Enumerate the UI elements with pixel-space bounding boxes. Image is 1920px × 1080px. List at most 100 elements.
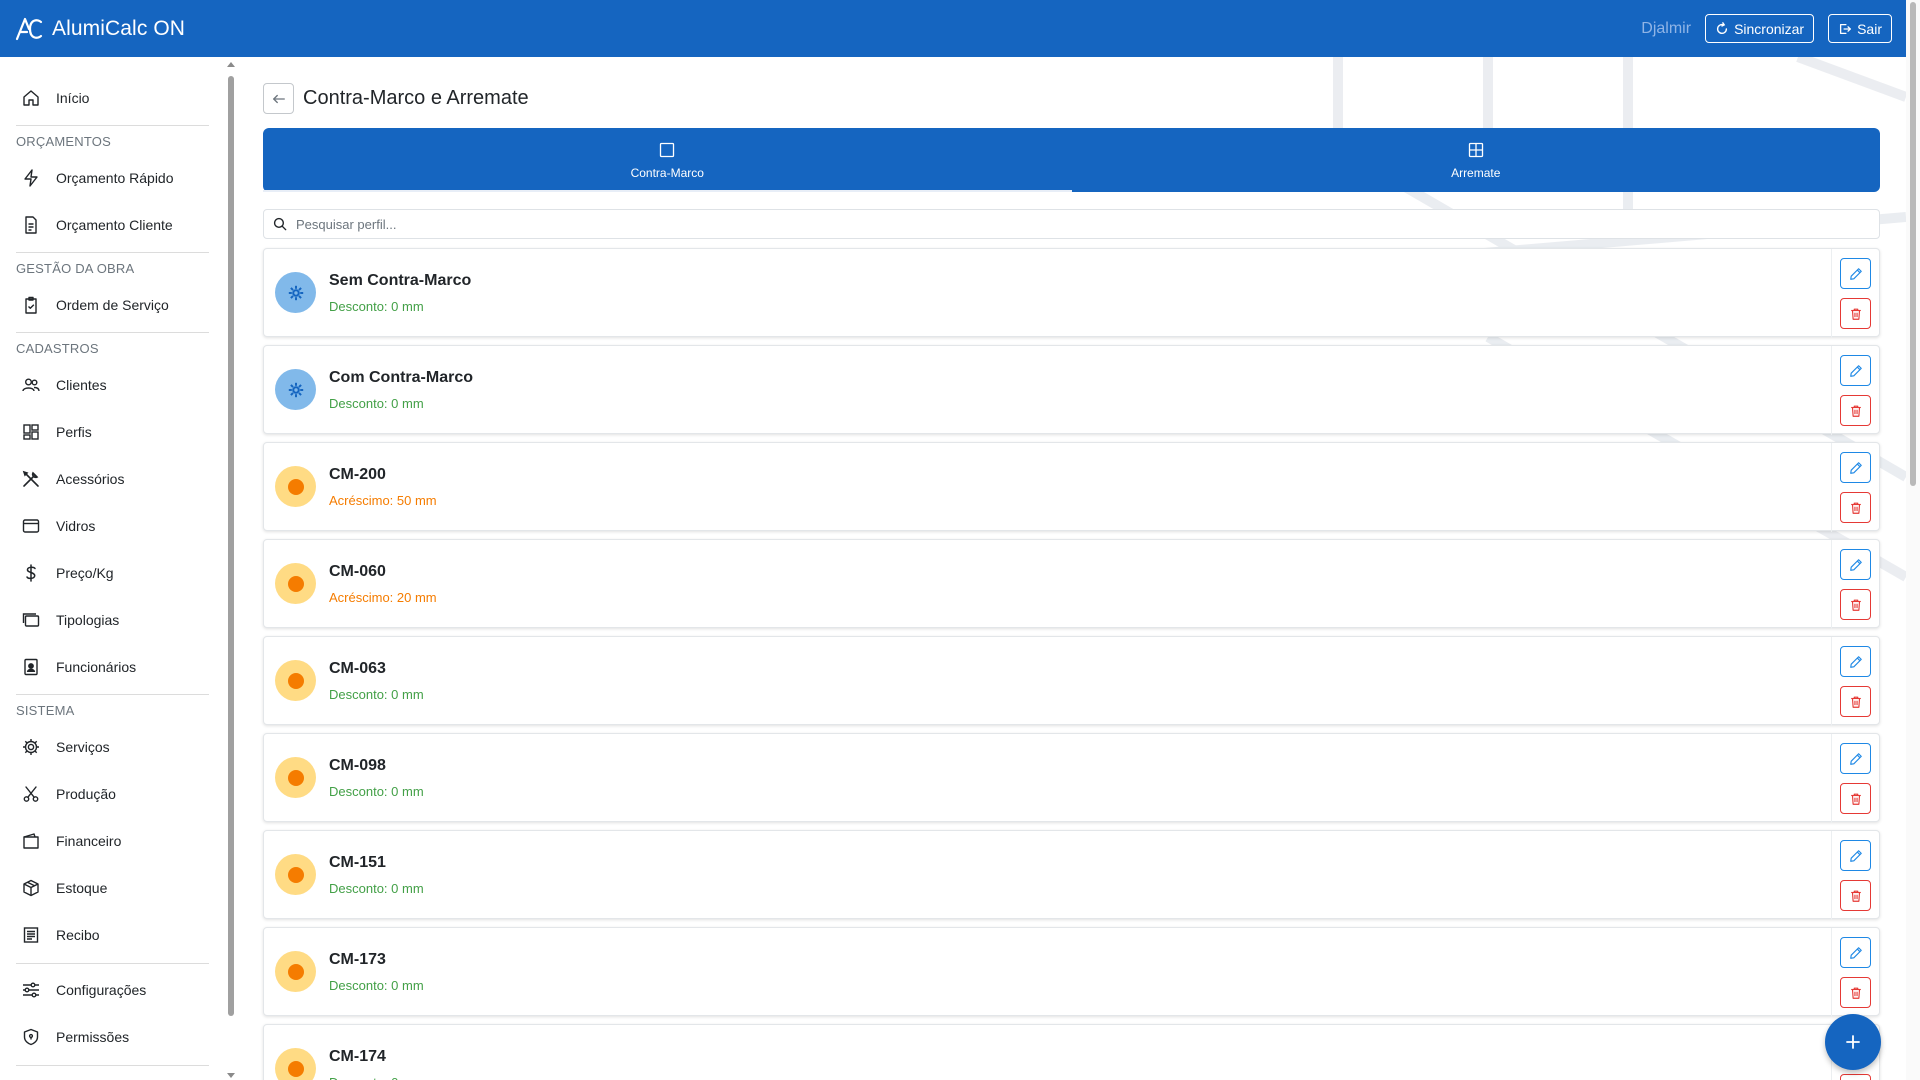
sidebar-item-label: Permissões — [56, 1029, 130, 1045]
item-name: Com Contra-Marco — [329, 368, 474, 386]
tools-icon — [21, 469, 41, 489]
window-scrollbar[interactable] — [1906, 0, 1920, 1080]
sidebar-item-orcamento-cliente[interactable]: Orçamento Cliente — [16, 203, 211, 247]
edit-button[interactable] — [1840, 937, 1871, 968]
status-dot — [287, 1060, 304, 1077]
delete-button[interactable] — [1840, 783, 1871, 814]
sidebar-item-vidros[interactable]: Vidros — [16, 504, 211, 548]
sidebar-item-label: Estoque — [56, 880, 108, 896]
dot-icon — [275, 563, 316, 604]
search-box — [263, 209, 1880, 239]
logout-button[interactable]: Sair — [1828, 14, 1892, 43]
list-item[interactable]: CM-063 Desconto: 0 mm — [263, 636, 1880, 726]
item-detail: Desconto: 0 mm — [329, 783, 424, 799]
delete-button[interactable] — [1840, 880, 1871, 911]
sidebar-item-clientes[interactable]: Clientes — [16, 363, 211, 407]
scissors-icon — [21, 784, 41, 804]
item-detail: Desconto: 0 mm — [329, 977, 424, 993]
plus-icon — [1845, 1034, 1861, 1050]
clipboard-check-icon — [21, 295, 41, 315]
edit-button[interactable] — [1840, 549, 1871, 580]
tab-contra-marco[interactable]: Contra-Marco — [263, 128, 1072, 192]
top-app-bar: AlumiCalc ON Djalmir Sincronizar Sair — [0, 0, 1906, 57]
status-dot — [287, 963, 304, 980]
sidebar-item-configuracoes[interactable]: Configurações — [16, 968, 211, 1012]
profile-list: Sem Contra-Marco Desconto: 0 mm Com Contra… — [263, 248, 1880, 1080]
item-name: CM-174 — [329, 1047, 386, 1065]
sidebar-scrollbar[interactable] — [226, 62, 236, 1080]
sidebar-item-label: Financeiro — [56, 833, 122, 849]
sidebar-item-label: Funcionários — [56, 659, 137, 675]
divider — [16, 125, 209, 126]
sidebar-item-funcionarios[interactable]: Funcionários — [16, 645, 211, 689]
tab-arremate[interactable]: Arremate — [1072, 128, 1881, 192]
gear-icon — [21, 737, 41, 757]
list-item[interactable]: CM-151 Desconto: 0 mm — [263, 830, 1880, 920]
list-item[interactable]: Com Contra-Marco Desconto: 0 mm — [263, 345, 1880, 435]
sidebar-item-label: Vidros — [56, 518, 96, 534]
delete-button[interactable] — [1840, 977, 1871, 1008]
sidebar-item-label: Preço/Kg — [56, 565, 114, 581]
sidebar-scrollbar-thumb[interactable] — [228, 76, 234, 1016]
list-item[interactable]: Sem Contra-Marco Desconto: 0 mm — [263, 248, 1880, 338]
item-name: Sem Contra-Marco — [329, 271, 472, 289]
badge-person-icon — [21, 657, 41, 677]
sidebar-item-inicio[interactable]: Início — [16, 76, 211, 120]
edit-button[interactable] — [1840, 840, 1871, 871]
brand[interactable]: AlumiCalc ON — [15, 17, 185, 41]
item-name: CM-151 — [329, 853, 386, 871]
divider — [16, 252, 209, 253]
search-input[interactable] — [296, 210, 1856, 238]
status-dot — [287, 478, 304, 495]
edit-button[interactable] — [1840, 355, 1871, 386]
pencil-icon — [1849, 267, 1863, 281]
sidebar-item-ordem-servico[interactable]: Ordem de Serviço — [16, 283, 211, 327]
sidebar-item-label: Recibo — [56, 927, 100, 943]
scroll-up-arrow-icon[interactable] — [227, 62, 235, 67]
document-icon — [21, 215, 41, 235]
back-button[interactable] — [263, 83, 294, 114]
delete-button[interactable] — [1840, 686, 1871, 717]
delete-button[interactable] — [1840, 298, 1871, 329]
sidebar-item-servicos[interactable]: Serviços — [16, 725, 211, 769]
sidebar-item-orcamento-rapido[interactable]: Orçamento Rápido — [16, 156, 211, 200]
edit-button[interactable] — [1840, 743, 1871, 774]
edit-button[interactable] — [1840, 258, 1871, 289]
sidebar-item-recibo[interactable]: Recibo — [16, 913, 211, 957]
add-button[interactable] — [1825, 1014, 1881, 1070]
sidebar-item-tipologias[interactable]: Tipologias — [16, 598, 211, 642]
edit-button[interactable] — [1840, 646, 1871, 677]
pencil-icon — [1849, 364, 1863, 378]
list-item[interactable]: CM-060 Acréscimo: 20 mm — [263, 539, 1880, 629]
sidebar-item-preco-kg[interactable]: Preço/Kg — [16, 551, 211, 595]
edit-button[interactable] — [1840, 452, 1871, 483]
delete-button[interactable] — [1840, 395, 1871, 426]
item-detail: Acréscimo: 50 mm — [329, 492, 437, 508]
box-icon — [21, 878, 41, 898]
item-name: CM-063 — [329, 659, 386, 677]
delete-button[interactable] — [1840, 1074, 1871, 1080]
window-scrollbar-thumb[interactable] — [1910, 2, 1916, 486]
list-item[interactable]: CM-098 Desconto: 0 mm — [263, 733, 1880, 823]
sidebar-item-producao[interactable]: Produção — [16, 772, 211, 816]
sidebar-item-permissoes[interactable]: Permissões — [16, 1015, 211, 1059]
sidebar-item-perfis[interactable]: Perfis — [16, 410, 211, 454]
item-detail: Desconto: 0 mm — [329, 1075, 424, 1080]
delete-button[interactable] — [1840, 492, 1871, 523]
sidebar-item-financeiro[interactable]: Financeiro — [16, 819, 211, 863]
sidebar-item-acessorios[interactable]: Acessórios — [16, 457, 211, 501]
window-icon — [21, 516, 41, 536]
delete-button[interactable] — [1840, 589, 1871, 620]
lightning-icon — [21, 168, 41, 188]
list-item[interactable]: CM-174 Desconto: 0 mm — [263, 1024, 1880, 1080]
search-icon — [264, 217, 296, 231]
list-item[interactable]: CM-173 Desconto: 0 mm — [263, 927, 1880, 1017]
sync-button[interactable]: Sincronizar — [1705, 14, 1815, 43]
list-item[interactable]: CM-200 Acréscimo: 50 mm — [263, 442, 1880, 532]
scroll-down-arrow-icon[interactable] — [227, 1073, 235, 1078]
receipt-icon — [21, 925, 41, 945]
page-title: Contra-Marco e Arremate — [303, 87, 529, 109]
trash-icon — [1849, 598, 1863, 612]
home-icon — [21, 88, 41, 108]
sidebar-item-estoque[interactable]: Estoque — [16, 866, 211, 910]
